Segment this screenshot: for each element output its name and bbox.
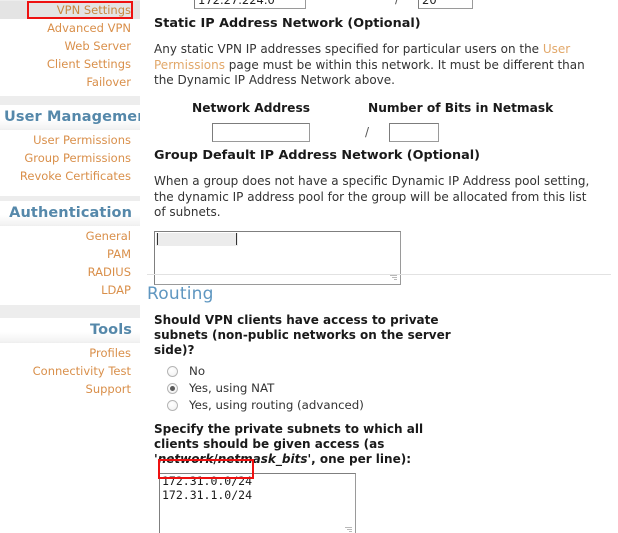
dynamic-separator: / bbox=[395, 0, 399, 6]
sidebar-item-vpn-settings[interactable]: VPN Settings bbox=[0, 1, 140, 19]
group-subnets-textarea[interactable] bbox=[154, 230, 401, 285]
sidebar-item-advanced-vpn[interactable]: Advanced VPN bbox=[0, 19, 140, 37]
sidebar-header-user-management: User Management bbox=[0, 105, 140, 130]
static-ip-fields: Network Address Number of Bits in Netmas… bbox=[154, 101, 604, 147]
vpn-admin-page: VPN Settings Advanced VPN Web Server Cli… bbox=[0, 0, 618, 533]
sidebar-group-tools: Tools Profiles Connectivity Test Support bbox=[0, 318, 140, 404]
sidebar-group-vpn: VPN Settings Advanced VPN Web Server Cli… bbox=[0, 0, 140, 97]
sidebar-navigation: VPN Settings Advanced VPN Web Server Cli… bbox=[0, 0, 140, 533]
sidebar-item-support[interactable]: Support bbox=[0, 380, 140, 398]
sidebar-item-connectivity-test[interactable]: Connectivity Test bbox=[0, 362, 140, 380]
sidebar-item-radius[interactable]: RADIUS bbox=[0, 263, 140, 281]
sidebar-item-web-server[interactable]: Web Server bbox=[0, 37, 140, 55]
static-ip-heading: Static IP Address Network (Optional) bbox=[154, 16, 421, 31]
sidebar-item-client-settings[interactable]: Client Settings bbox=[0, 55, 140, 73]
routing-option-advanced-label: Yes, using routing (advanced) bbox=[189, 398, 364, 412]
radio-icon-no[interactable] bbox=[167, 365, 178, 377]
sidebar-item-general[interactable]: General bbox=[0, 227, 140, 245]
main-content: / Static IP Address Network (Optional) A… bbox=[140, 0, 618, 533]
sidebar-item-user-permissions[interactable]: User Permissions bbox=[0, 131, 140, 149]
sidebar-item-ldap[interactable]: LDAP bbox=[0, 281, 140, 299]
routing-option-nat[interactable]: Yes, using NAT bbox=[147, 381, 607, 395]
routing-options: No Yes, using NAT Yes, using routing (ad… bbox=[147, 364, 607, 412]
dynamic-ip-row: / bbox=[194, 0, 614, 12]
sidebar-group-user-management: User Management User Permissions Group P… bbox=[0, 105, 140, 191]
radio-icon-advanced[interactable] bbox=[167, 399, 178, 411]
group-default-heading: Group Default IP Address Network (Option… bbox=[154, 148, 480, 163]
subnets-label-part2: ', one per line): bbox=[307, 452, 411, 466]
private-subnets-textarea-wrap: 172.31.0.0/24 172.31.1.0/24 bbox=[159, 473, 356, 533]
subnets-label-em1: network bbox=[157, 452, 214, 466]
private-subnets-label: Specify the private subnets to which all… bbox=[154, 422, 457, 467]
static-ip-description: Any static VPN IP addresses specified fo… bbox=[154, 42, 594, 89]
static-network-address-input[interactable] bbox=[212, 122, 310, 142]
static-desc-part1: Any static VPN IP addresses specified fo… bbox=[154, 42, 543, 56]
sidebar-header-authentication: Authentication bbox=[0, 201, 140, 226]
routing-option-advanced[interactable]: Yes, using routing (advanced) bbox=[147, 398, 607, 412]
sidebar-band-4 bbox=[0, 305, 140, 319]
sidebar-item-failover[interactable]: Failover bbox=[0, 73, 140, 91]
static-ip-section: Static IP Address Network (Optional) Any… bbox=[154, 16, 604, 147]
sidebar-item-group-permissions[interactable]: Group Permissions bbox=[0, 149, 140, 167]
label-network-address: Network Address bbox=[192, 100, 310, 115]
label-netmask-bits: Number of Bits in Netmask bbox=[368, 100, 554, 115]
private-subnets-textarea[interactable]: 172.31.0.0/24 172.31.1.0/24 bbox=[159, 473, 356, 533]
sidebar-item-revoke-certificates[interactable]: Revoke Certificates bbox=[0, 167, 140, 185]
static-netmask-bits-input[interactable] bbox=[389, 122, 439, 142]
static-separator: / bbox=[365, 124, 370, 139]
group-default-description: When a group does not have a specific Dy… bbox=[154, 174, 590, 220]
routing-option-no-label: No bbox=[189, 364, 206, 378]
sidebar-item-pam[interactable]: PAM bbox=[0, 245, 140, 263]
dynamic-netmask-bits-input[interactable] bbox=[418, 0, 473, 9]
group-subnets-textarea-wrap bbox=[154, 230, 401, 285]
radio-icon-nat[interactable] bbox=[167, 382, 178, 394]
routing-section: Routing Should VPN clients have access t… bbox=[147, 284, 607, 533]
routing-question: Should VPN clients have access to privat… bbox=[154, 313, 451, 357]
group-default-ip-section: Group Default IP Address Network (Option… bbox=[154, 148, 604, 285]
dynamic-network-address-input[interactable] bbox=[194, 0, 306, 9]
sidebar-group-authentication: Authentication General PAM RADIUS LDAP bbox=[0, 201, 140, 305]
section-divider bbox=[147, 274, 611, 275]
sidebar-item-profiles[interactable]: Profiles bbox=[0, 344, 140, 362]
routing-option-no[interactable]: No bbox=[147, 364, 607, 378]
subnets-label-em2: netmask_bits bbox=[217, 452, 308, 466]
routing-option-nat-label: Yes, using NAT bbox=[189, 381, 275, 395]
sidebar-header-tools: Tools bbox=[0, 318, 140, 343]
routing-heading: Routing bbox=[147, 284, 214, 304]
